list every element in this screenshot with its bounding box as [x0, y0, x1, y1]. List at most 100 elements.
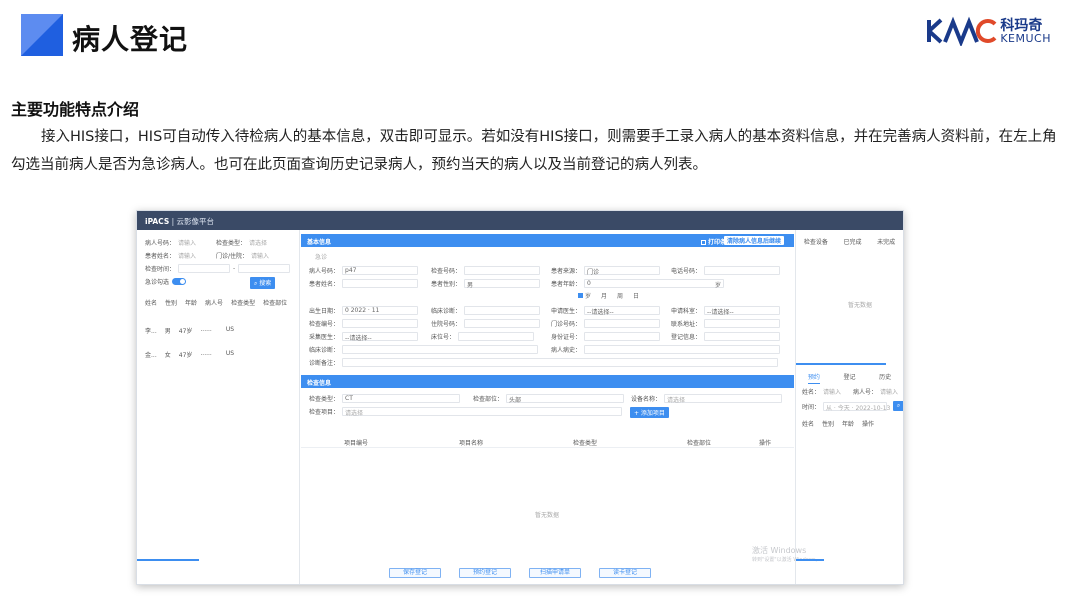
patient-name-label: 患者姓名： [145, 253, 176, 260]
exam-no-input[interactable] [342, 319, 419, 328]
clinical-label: 临床诊断： [431, 308, 462, 315]
exam-time-start[interactable] [178, 264, 231, 273]
age-label: 患者年龄： [551, 281, 582, 288]
exam-items-empty: 暂无数据 [535, 512, 560, 519]
search-button[interactable]: ⌕ 搜索 [250, 277, 276, 289]
id-no-label: 身份证号： [551, 334, 582, 341]
clear-continue-button[interactable]: 清除病人信息后继续 [723, 236, 784, 245]
col-exam-part: 检查部位 [263, 300, 288, 307]
age-unit: 岁 [715, 282, 722, 289]
right-divider [796, 363, 886, 365]
exam-type-select[interactable]: 请选择 [249, 238, 267, 247]
address-input[interactable] [704, 319, 781, 328]
apply-dept-select[interactable]: --请选择-- [704, 306, 781, 316]
source-label: 患者来源： [551, 268, 582, 275]
apply-doctor-select[interactable]: --请选择-- [584, 306, 661, 316]
device-tabs: 检查设备 已完成 未完成 [796, 237, 903, 248]
opd-input[interactable]: 请输入 [251, 251, 269, 260]
tab-pending[interactable]: 未完成 [877, 237, 895, 248]
right-col-name: 姓名 [802, 421, 815, 428]
history-input[interactable] [342, 345, 539, 354]
table-row[interactable]: 金... 女 47岁 ...... US [145, 350, 242, 359]
birth-input[interactable]: 0 2022 · 11 [342, 306, 419, 315]
radio-year-icon[interactable] [578, 293, 583, 298]
device-select[interactable]: 请选择 [664, 394, 783, 404]
gender-select[interactable]: 男 [464, 279, 541, 289]
right-name-input[interactable]: 请输入 [823, 387, 841, 396]
exam-time-label: 检查时间： [145, 266, 176, 273]
col-item-type: 检查类型 [573, 440, 598, 447]
right-search-button[interactable]: ⌕ [893, 401, 903, 411]
emergency-tag: 急诊 [315, 254, 328, 261]
tab-register[interactable]: 登记 [843, 372, 855, 384]
age-unit-radios: 岁 月 周 日 [578, 291, 639, 300]
exam-items-table-header: 项目编号 项目名称 检查类型 检查部位 操作 [301, 435, 794, 448]
bed-label: 床位号： [431, 334, 456, 341]
history2-input[interactable] [584, 345, 781, 354]
right-time-value: 从 · 今天 · 2022-10-13 [826, 404, 891, 412]
address-label: 联系地址： [671, 321, 702, 328]
patient-no-value: p47 [345, 267, 357, 274]
phone-input[interactable] [704, 266, 781, 275]
history2-label: 病人病史： [551, 347, 582, 354]
tab-appointment[interactable]: 预约 [807, 372, 820, 384]
age-input[interactable]: 0岁 [584, 279, 725, 289]
note-input[interactable] [342, 358, 779, 367]
scan-request-button[interactable]: 扫描申请单 [529, 568, 581, 578]
add-item-button[interactable]: + 添加项目 [630, 407, 669, 418]
history-label: 临床诊断： [309, 347, 340, 354]
right-scrollbar[interactable] [796, 559, 824, 561]
exam-type-field-select[interactable]: CT [342, 394, 461, 403]
apply-dept-value: --请选择-- [707, 309, 734, 316]
right-time-input[interactable]: 从 · 今天 · 2022-10-13 [823, 401, 891, 412]
collect-doctor-select[interactable]: --请选择-- [342, 332, 419, 342]
apply-doctor-value: --请选择-- [587, 309, 614, 316]
app-title: iPACS [145, 217, 170, 226]
exam-time-end[interactable] [238, 264, 291, 273]
exam-part-select[interactable]: 头部 [506, 394, 625, 404]
check-no-input[interactable] [464, 266, 541, 275]
app-screenshot: iPACS | 云影像平台 病人号码： 请输入 检查类型： 请选择 患者姓名： … [136, 210, 904, 585]
exam-item-select[interactable]: 请选择 [342, 407, 623, 417]
save-register-button[interactable]: 保存登记 [389, 568, 441, 578]
right-list-header: 姓名 性别 年龄 操作 [802, 419, 882, 428]
basic-info-title: 基本信息 [307, 239, 332, 246]
unit-week[interactable]: 周 [617, 291, 623, 300]
tab-completed[interactable]: 已完成 [843, 237, 861, 248]
appointment-register-button[interactable]: 预约登记 [459, 568, 511, 578]
opd-label: 门诊/住院： [216, 253, 249, 260]
patient-no-input[interactable]: p47 [342, 266, 419, 275]
source-value: 门诊 [587, 269, 600, 276]
patient-name-input[interactable]: 请输入 [178, 251, 216, 260]
id-no-input[interactable] [584, 332, 661, 341]
check-no-label: 检查号码： [431, 268, 462, 275]
section-heading: 主要功能特点介绍 [11, 100, 140, 119]
opd-no-label: 门诊号码： [551, 321, 582, 328]
name-input[interactable] [342, 279, 419, 288]
read-card-button[interactable]: 读卡登记 [599, 568, 651, 578]
row-gender: 男 [164, 328, 171, 335]
register-remark-input[interactable] [704, 332, 781, 341]
source-select[interactable]: 门诊 [584, 266, 661, 276]
inpatient-no-input[interactable] [464, 319, 541, 328]
patient-id-input[interactable]: 请输入 [178, 238, 216, 247]
opd-no-input[interactable] [584, 319, 661, 328]
unit-month[interactable]: 月 [601, 291, 607, 300]
tab-device[interactable]: 检查设备 [804, 237, 828, 248]
tab-history[interactable]: 历史 [879, 372, 891, 384]
col-name: 姓名 [145, 300, 158, 307]
right-col-gender: 性别 [822, 421, 835, 428]
col-age: 年龄 [185, 300, 198, 307]
emergency-toggle[interactable] [172, 278, 187, 285]
bed-input[interactable] [458, 332, 535, 341]
right-patient-input[interactable]: 请输入 [880, 387, 898, 396]
unit-day[interactable]: 日 [633, 291, 639, 300]
exam-item-value: 请选择 [345, 410, 364, 417]
checkbox-icon [700, 240, 706, 245]
clinical-input[interactable] [464, 306, 541, 315]
left-scrollbar[interactable] [137, 559, 199, 561]
device-label: 设备名称： [631, 396, 662, 403]
slide-title: 病人登记 [72, 23, 189, 56]
row-exam-type: US [225, 326, 235, 333]
table-row[interactable]: 李... 男 47岁 ...... US [145, 326, 242, 335]
